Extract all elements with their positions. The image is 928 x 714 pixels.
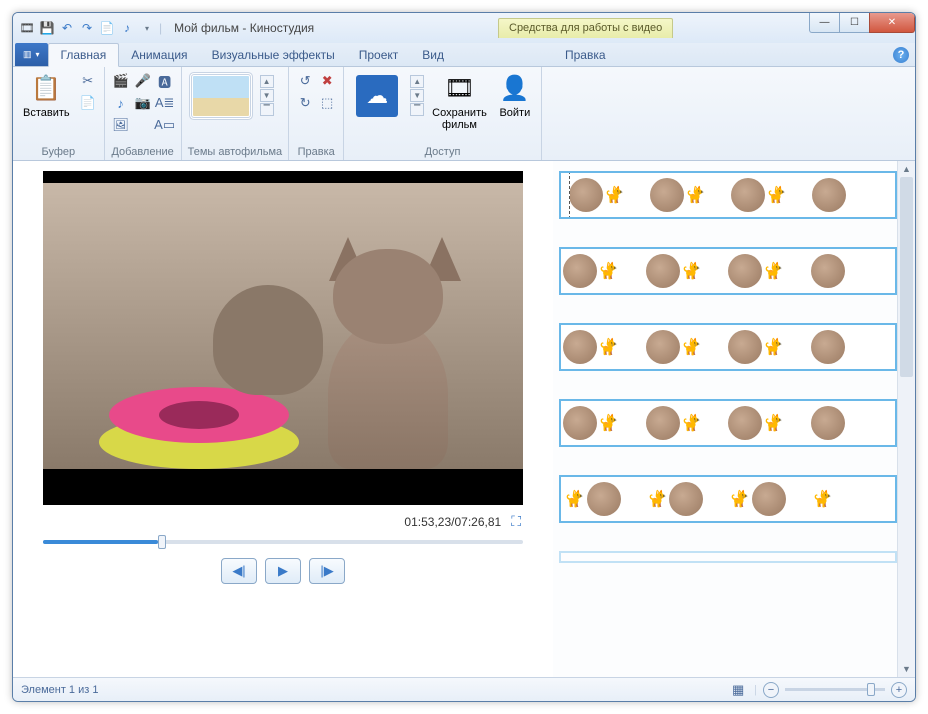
app-window: 🎞 💾 ↶ ↷ 📄 ♪ ▾ | Мой фильм - Киностудия С…	[12, 12, 916, 702]
theme-down-button[interactable]: ▼	[260, 89, 274, 102]
next-frame-button[interactable]: |▶	[309, 558, 345, 584]
zoom-slider[interactable]	[785, 688, 885, 691]
group-themes: ▲ ▼ ▔ Темы автофильма	[182, 67, 290, 160]
scroll-up-icon[interactable]: ▲	[898, 161, 915, 177]
group-label-editing: Правка	[295, 144, 337, 158]
login-label: Войти	[499, 107, 530, 119]
scroll-down-icon[interactable]: ▼	[898, 661, 915, 677]
status-item-count: Элемент 1 из 1	[21, 684, 98, 696]
group-label-adding: Добавление	[111, 144, 175, 158]
add-video-icon[interactable]: 🎬	[111, 71, 131, 91]
qat-save-icon[interactable]: 💾	[39, 20, 55, 36]
add-mic-icon[interactable]: 🎤	[133, 71, 153, 91]
delete-icon[interactable]: ✖	[317, 71, 337, 91]
tab-view[interactable]: Вид	[410, 44, 456, 66]
tab-edit[interactable]: Правка	[553, 44, 618, 66]
add-photo-icon[interactable]: 🖼	[111, 115, 131, 135]
zoom-control: − +	[763, 682, 907, 698]
timeline-clip[interactable]	[559, 551, 897, 563]
group-label-themes: Темы автофильма	[188, 144, 283, 158]
qat-redo-icon[interactable]: ↷	[79, 20, 95, 36]
paste-button[interactable]: 📋 Вставить	[19, 71, 74, 121]
file-tab[interactable]: ▥ ▾	[15, 43, 48, 66]
title-bar: 🎞 💾 ↶ ↷ 📄 ♪ ▾ | Мой фильм - Киностудия С…	[13, 13, 915, 43]
add-cam-icon[interactable]: 📷	[133, 93, 153, 113]
chevron-down-icon: ▾	[36, 50, 40, 59]
rotate-left-icon[interactable]: ↺	[295, 71, 315, 91]
status-bar: Элемент 1 из 1 ▦ | − +	[13, 677, 915, 701]
group-access: ☁ ▲ ▼ ▔ 🎞 Сохранить фильм 👤 Войти Доступ	[344, 67, 542, 160]
tab-project[interactable]: Проект	[347, 44, 411, 66]
tab-home[interactable]: Главная	[48, 43, 120, 67]
video-preview[interactable]	[43, 171, 523, 505]
seek-thumb[interactable]	[158, 535, 166, 549]
file-menu-icon: ▥	[23, 49, 32, 60]
maximize-button[interactable]: ☐	[839, 13, 869, 33]
group-label-buffer: Буфер	[19, 144, 98, 158]
zoom-in-button[interactable]: +	[891, 682, 907, 698]
timeline-clip[interactable]: 🐈 🐈 🐈	[559, 399, 897, 447]
theme-up-button[interactable]: ▲	[260, 75, 274, 88]
tab-animation[interactable]: Анимация	[119, 44, 199, 66]
timeline-clip[interactable]: 🐈 🐈 🐈	[559, 323, 897, 371]
thumbnails-view-icon[interactable]: ▦	[728, 680, 748, 700]
zoom-thumb[interactable]	[867, 683, 875, 696]
qat-music-icon[interactable]: ♪	[119, 20, 135, 36]
play-button[interactable]: ▶	[265, 558, 301, 584]
select-all-icon[interactable]: ⬚	[317, 93, 337, 113]
prev-frame-button[interactable]: ◀|	[221, 558, 257, 584]
timeline-clip[interactable]: 🐈 🐈 🐈	[559, 171, 897, 219]
qat-paste-icon[interactable]: 📄	[99, 20, 115, 36]
add-title-icon[interactable]: 🅰	[155, 71, 175, 91]
theme-menu-button[interactable]: ▔	[260, 103, 274, 116]
qat-dropdown-icon[interactable]: ▾	[139, 20, 155, 36]
help-button[interactable]: ?	[893, 47, 909, 63]
preview-pane: 01:53,23/07:26,81 ⛶ ◀| ▶ |▶	[13, 161, 553, 677]
timeline-clip[interactable]: 🐈 🐈 🐈	[559, 247, 897, 295]
group-clipboard: 📋 Вставить ✂ 📄 Буфер	[13, 67, 105, 160]
time-display: 01:53,23/07:26,81	[404, 515, 501, 529]
ribbon-tabs: ▥ ▾ Главная Анимация Визуальные эффекты …	[13, 43, 915, 67]
context-tab-group-label: Средства для работы с видео	[498, 18, 673, 38]
share-menu-button[interactable]: ▔	[410, 103, 424, 116]
content-area: 01:53,23/07:26,81 ⛶ ◀| ▶ |▶ 🐈 🐈 🐈 🐈 🐈	[13, 161, 915, 677]
paste-label: Вставить	[23, 107, 70, 119]
share-down-button[interactable]: ▼	[410, 89, 424, 102]
app-icon: 🎞	[19, 20, 35, 36]
group-editing: ↺ ✖ ↻ ⬚ Правка	[289, 67, 344, 160]
user-icon: 👤	[499, 73, 531, 105]
clipboard-icon: 📋	[30, 73, 62, 105]
add-credits-icon[interactable]: A▭	[155, 115, 175, 135]
quick-access-toolbar: 🎞 💾 ↶ ↷ 📄 ♪ ▾ |	[13, 20, 168, 36]
onedrive-button[interactable]: ☁	[350, 71, 404, 121]
zoom-out-button[interactable]: −	[763, 682, 779, 698]
save-movie-label: Сохранить фильм	[432, 107, 487, 131]
add-caption-icon[interactable]: A≣	[155, 93, 175, 113]
theme-thumbnail[interactable]	[192, 75, 250, 117]
group-add: 🎬 🎤 🅰 ♪ 📷 A≣ 🖼 A▭ Добавление	[105, 67, 182, 160]
rotate-right-icon[interactable]: ↻	[295, 93, 315, 113]
tab-visual-effects[interactable]: Визуальные эффекты	[200, 44, 347, 66]
save-movie-button[interactable]: 🎞 Сохранить фильм	[428, 71, 491, 133]
scrollbar-thumb[interactable]	[900, 177, 913, 377]
seek-bar[interactable]	[43, 540, 523, 544]
vertical-scrollbar[interactable]: ▲ ▼	[897, 161, 915, 677]
ribbon: 📋 Вставить ✂ 📄 Буфер 🎬 🎤 🅰 ♪ 📷 A≣	[13, 67, 915, 161]
cloud-icon: ☁	[356, 75, 398, 117]
add-music-icon[interactable]: ♪	[111, 93, 131, 113]
minimize-button[interactable]: —	[809, 13, 839, 33]
close-button[interactable]: ✕	[869, 13, 915, 33]
film-icon: 🎞	[444, 73, 476, 105]
share-up-button[interactable]: ▲	[410, 75, 424, 88]
cut-icon[interactable]: ✂	[78, 71, 98, 91]
copy-icon[interactable]: 📄	[78, 93, 98, 113]
window-title: Мой фильм - Киностудия	[168, 21, 314, 35]
login-button[interactable]: 👤 Войти	[495, 71, 535, 121]
group-label-access: Доступ	[350, 144, 535, 158]
qat-undo-icon[interactable]: ↶	[59, 20, 75, 36]
timeline-clip[interactable]: 🐈 🐈 🐈 🐈	[559, 475, 897, 523]
timeline-pane: 🐈 🐈 🐈 🐈 🐈 🐈 🐈 🐈 🐈 🐈 🐈 🐈	[553, 161, 915, 677]
fullscreen-button[interactable]: ⛶	[511, 513, 521, 530]
